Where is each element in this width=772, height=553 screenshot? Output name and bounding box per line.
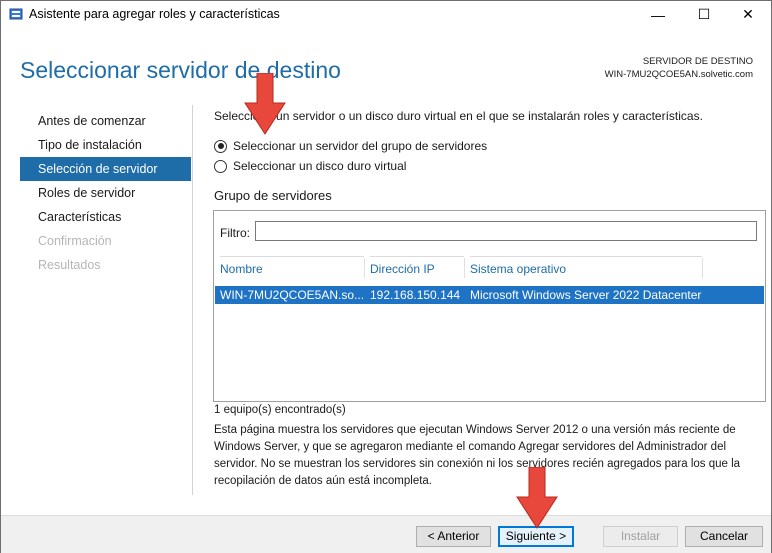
radio-button-checked[interactable] xyxy=(214,139,227,153)
next-button[interactable]: Siguiente > xyxy=(498,526,574,547)
nav-item-results: Resultados xyxy=(38,258,101,272)
server-pool-panel: Filtro: Nombre Dirección IP Sistema oper… xyxy=(213,210,766,402)
column-divider[interactable] xyxy=(464,258,465,278)
server-pool-heading: Grupo de servidores xyxy=(214,188,332,203)
filter-label: Filtro: xyxy=(220,226,250,240)
destination-server-label: SERVIDOR DE DESTINO xyxy=(642,56,753,67)
intro-text: Seleccione un servidor o un disco duro v… xyxy=(214,109,703,123)
radio-option-server-pool[interactable]: Seleccionar un servidor del grupo de ser… xyxy=(214,139,487,153)
maximize-button[interactable]: ☐ xyxy=(681,1,727,28)
column-divider[interactable] xyxy=(702,258,703,278)
nav-item-features[interactable]: Características xyxy=(20,205,191,229)
nav-item-server-roles[interactable]: Roles de servidor xyxy=(20,181,191,205)
destination-server-value: WIN-7MU2QCOE5AN.solvetic.com xyxy=(604,69,753,80)
filter-input[interactable] xyxy=(255,221,757,241)
column-header-os[interactable]: Sistema operativo xyxy=(470,256,702,281)
nav-divider xyxy=(192,105,193,495)
wizard-steps-nav: Antes de comenzar Tipo de instalación Se… xyxy=(20,109,191,277)
row-ip-cell: 192.168.150.144 xyxy=(370,288,461,302)
radio-label-server-pool: Seleccionar un servidor del grupo de ser… xyxy=(233,139,488,153)
nav-item-server-selection[interactable]: Selección de servidor xyxy=(20,157,191,181)
minimize-button[interactable]: — xyxy=(635,1,681,28)
column-divider[interactable] xyxy=(364,258,365,278)
server-manager-icon xyxy=(9,8,23,20)
nav-item-before-you-begin[interactable]: Antes de comenzar xyxy=(20,109,191,133)
row-os-cell: Microsoft Windows Server 2022 Datacenter xyxy=(470,288,702,302)
nav-item-installation-type[interactable]: Tipo de instalación xyxy=(20,133,191,157)
wizard-footer: < Anterior Siguiente > Instalar Cancelar xyxy=(1,515,771,553)
page-title: Seleccionar servidor de destino xyxy=(20,57,341,83)
window-title: Asistente para agregar roles y caracterí… xyxy=(29,7,280,21)
radio-option-vhd[interactable]: Seleccionar un disco duro virtual xyxy=(214,159,406,173)
radio-label-vhd: Seleccionar un disco duro virtual xyxy=(233,159,407,173)
column-header-name[interactable]: Nombre xyxy=(220,256,364,281)
cancel-button[interactable]: Cancelar xyxy=(685,526,763,547)
close-button[interactable]: ✕ xyxy=(725,1,771,28)
column-header-ip[interactable]: Dirección IP xyxy=(370,256,464,281)
description-text: Esta página muestra los servidores que e… xyxy=(214,424,741,487)
row-name-cell: WIN-7MU2QCOE5AN.so... xyxy=(220,288,365,302)
table-row[interactable]: WIN-7MU2QCOE5AN.so... 192.168.150.144 Mi… xyxy=(215,286,764,304)
annotation-arrow-down-icon xyxy=(516,467,558,529)
radio-button-unchecked[interactable] xyxy=(214,159,227,173)
title-bar: Asistente para agregar roles y caracterí… xyxy=(1,1,771,28)
nav-item-confirmation: Confirmación xyxy=(38,234,112,248)
previous-button[interactable]: < Anterior xyxy=(416,526,491,547)
found-count-text: 1 equipo(s) encontrado(s) xyxy=(214,404,346,416)
annotation-arrow-down-icon xyxy=(244,73,286,135)
install-button: Instalar xyxy=(603,526,678,547)
wizard-window: Asistente para agregar roles y caracterí… xyxy=(0,0,772,553)
